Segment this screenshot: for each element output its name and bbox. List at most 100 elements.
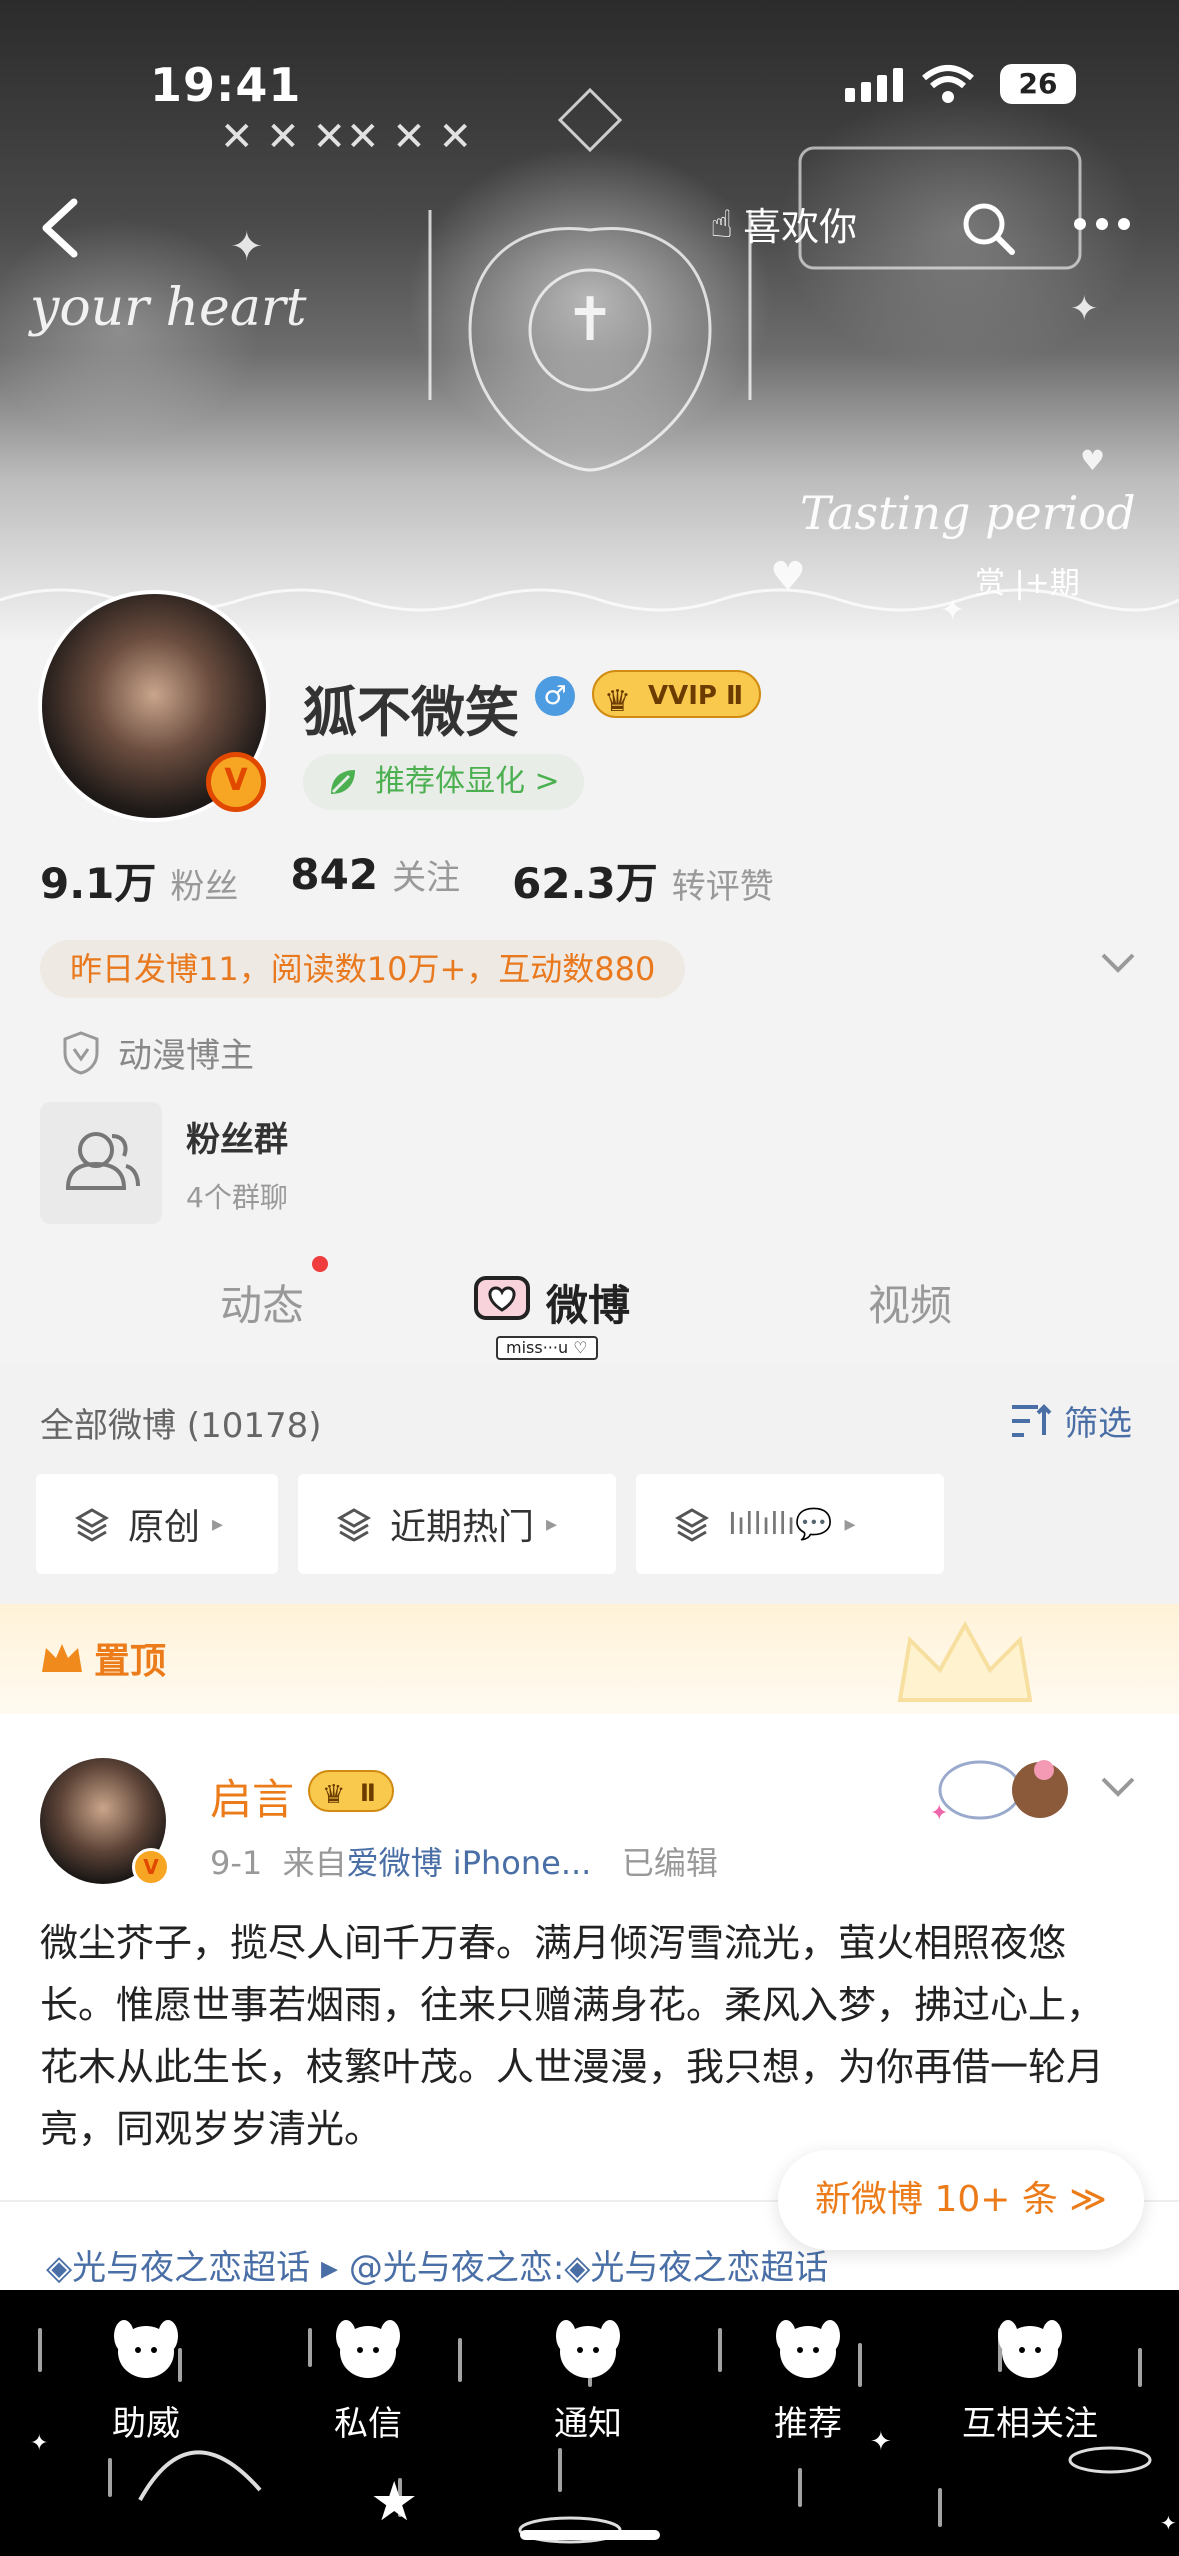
caret-right-icon: ▸ xyxy=(546,1511,558,1537)
stat-label: 转评赞 xyxy=(671,867,774,907)
puppy-icon xyxy=(556,2320,620,2378)
puppy-icon xyxy=(776,2320,840,2378)
bottom-nav-messages[interactable]: 私信 xyxy=(278,2306,458,2445)
fan-group-subtitle: 4个群聊 xyxy=(186,1181,288,1214)
vip-level: Ⅱ xyxy=(360,1779,376,1807)
bottom-nav-label: 互相关注 xyxy=(962,2404,1098,2444)
chip-label: Ⅰıllıllı💬 xyxy=(728,1506,833,1542)
puppy-icon xyxy=(114,2320,178,2378)
vvip-badge[interactable]: ♛ VVIP Ⅱ xyxy=(592,670,762,719)
stat-interactions[interactable]: 62.3万 转评赞 xyxy=(512,850,774,911)
crown-icon: ♛ xyxy=(604,684,631,719)
svg-text:✦: ✦ xyxy=(30,2431,48,2456)
chip-voice[interactable]: Ⅰıllıllı💬 ▸ xyxy=(636,1474,944,1574)
daily-summary[interactable]: 昨日发博11，阅读数10万+，互动数880 xyxy=(40,940,686,998)
svg-text:♥: ♥ xyxy=(1080,444,1105,477)
back-icon[interactable] xyxy=(34,196,84,260)
svg-text:✦: ✦ xyxy=(940,593,965,628)
vvip-label: VVIP Ⅱ xyxy=(648,681,744,711)
filter-label: 筛选 xyxy=(1064,1404,1132,1444)
chip-recent-hot[interactable]: 近期热门 ▸ xyxy=(298,1474,616,1574)
certification: 动漫博主 xyxy=(62,1028,254,1077)
recommend-label: 推荐体显化 > xyxy=(375,764,560,799)
post-meta: 9-1 来自爱微博 iPhone... 已编辑 xyxy=(210,1838,718,1884)
banner-text-right: Tasting period xyxy=(800,486,1136,540)
bottom-nav-mutual-follow[interactable]: 互相关注 xyxy=(940,2306,1120,2445)
post-author-vip-badge[interactable]: ♛ Ⅱ xyxy=(308,1770,394,1812)
banner-corner-text: 赏 |+期 xyxy=(975,566,1080,601)
weibo-heart-icon xyxy=(474,1276,530,1320)
bottom-nav-label: 助威 xyxy=(112,2404,180,2444)
stat-label: 关注 xyxy=(392,858,461,898)
svg-text:✦: ✦ xyxy=(930,1801,948,1826)
topic-links[interactable]: ◈光与夜之恋超话 ▸ @光与夜之恋:◈光与夜之恋超话 xyxy=(46,2240,828,2289)
status-time: 19:41 xyxy=(150,58,302,112)
svg-text:✦: ✦ xyxy=(1070,289,1099,329)
post-edited: 已编辑 xyxy=(621,1844,718,1882)
stat-label: 粉丝 xyxy=(170,867,239,907)
filter-icon xyxy=(1012,1403,1052,1437)
verified-badge-icon: V xyxy=(206,752,266,812)
cellular-signal-icon xyxy=(845,68,903,102)
tab-weibo[interactable]: 微博 xyxy=(546,1272,630,1333)
svg-text:✦: ✦ xyxy=(230,224,264,270)
profile-name: 狐不微笑 xyxy=(303,681,519,744)
search-icon[interactable] xyxy=(958,198,1018,258)
caret-right-icon: ▸ xyxy=(844,1511,856,1537)
fan-group-icon-box[interactable] xyxy=(40,1102,162,1224)
filter-button[interactable]: 筛选 xyxy=(1010,1396,1132,1445)
chip-original[interactable]: 原创 ▸ xyxy=(36,1474,278,1574)
svg-text:★: ★ xyxy=(370,2470,418,2533)
puppy-icon xyxy=(336,2320,400,2378)
puppy-icon xyxy=(998,2320,1062,2378)
bottom-nav-label: 推荐 xyxy=(774,2404,842,2444)
layers-icon xyxy=(74,1508,110,1542)
svg-text:♥: ♥ xyxy=(770,554,806,600)
post-author-name[interactable]: 启言 xyxy=(210,1766,294,1827)
certification-label: 动漫博主 xyxy=(118,1036,254,1076)
chevron-down-icon[interactable] xyxy=(1100,952,1136,974)
wifi-icon xyxy=(922,65,974,103)
svg-text:✕ ✕ ✕✕ ✕ ✕: ✕ ✕ ✕✕ ✕ ✕ xyxy=(220,114,472,160)
notification-dot xyxy=(312,1256,328,1272)
tab-sticker: miss···u ♡ xyxy=(496,1336,598,1360)
battery-indicator: 26 xyxy=(1000,64,1076,104)
bottom-nav-support[interactable]: 助威 xyxy=(56,2306,236,2445)
stat-following[interactable]: 842 关注 xyxy=(290,850,460,911)
tab-dynamics[interactable]: 动态 xyxy=(220,1272,304,1333)
post-date: 9-1 xyxy=(210,1844,263,1882)
banner-text-left: your heart xyxy=(30,278,307,338)
layers-icon xyxy=(674,1508,710,1542)
profile-stats: 9.1万 粉丝 842 关注 62.3万 转评赞 xyxy=(40,850,826,911)
caret-right-icon: ▸ xyxy=(212,1511,224,1537)
chevron-down-icon[interactable] xyxy=(1100,1776,1136,1798)
like-button[interactable]: ☝ 喜欢你 xyxy=(710,196,857,251)
recommend-button[interactable]: 推荐体显化 > xyxy=(303,754,584,810)
svg-text:✦: ✦ xyxy=(1160,2511,1177,2535)
leaf-icon xyxy=(331,770,355,794)
bottom-nav-notifications[interactable]: 通知 xyxy=(498,2306,678,2445)
post-source[interactable]: 爱微博 iPhone... xyxy=(347,1844,592,1882)
crown-watermark-icon xyxy=(897,1620,1033,1702)
more-icon[interactable] xyxy=(1072,216,1132,232)
chip-label: 原创 xyxy=(128,1507,201,1548)
heart-hand-icon: ☝ xyxy=(710,201,734,246)
bottom-nav-recommend[interactable]: 推荐 xyxy=(718,2306,898,2445)
new-posts-button[interactable]: 新微博 10+ 条 ≫ xyxy=(778,2150,1144,2250)
crown-icon: ♛ xyxy=(322,1780,346,1810)
home-indicator xyxy=(520,2530,660,2540)
fan-group-title[interactable]: 粉丝群 xyxy=(186,1112,288,1161)
chip-label: 近期热门 xyxy=(390,1507,535,1548)
like-label: 喜欢你 xyxy=(743,205,858,249)
status-bar: 19:41 26 xyxy=(0,58,1179,118)
svg-text:✝: ✝ xyxy=(565,285,615,355)
verified-badge-icon: V xyxy=(132,1848,170,1886)
all-posts-count: 全部微博 (10178) xyxy=(40,1406,322,1446)
tab-video[interactable]: 视频 xyxy=(868,1272,952,1333)
stat-fans[interactable]: 9.1万 粉丝 xyxy=(40,850,238,911)
stat-value: 842 xyxy=(290,850,379,899)
pinned-label: 置顶 xyxy=(40,1632,166,1684)
stat-value: 62.3万 xyxy=(512,859,658,908)
crown-icon xyxy=(42,1644,82,1672)
layers-icon xyxy=(336,1508,372,1542)
